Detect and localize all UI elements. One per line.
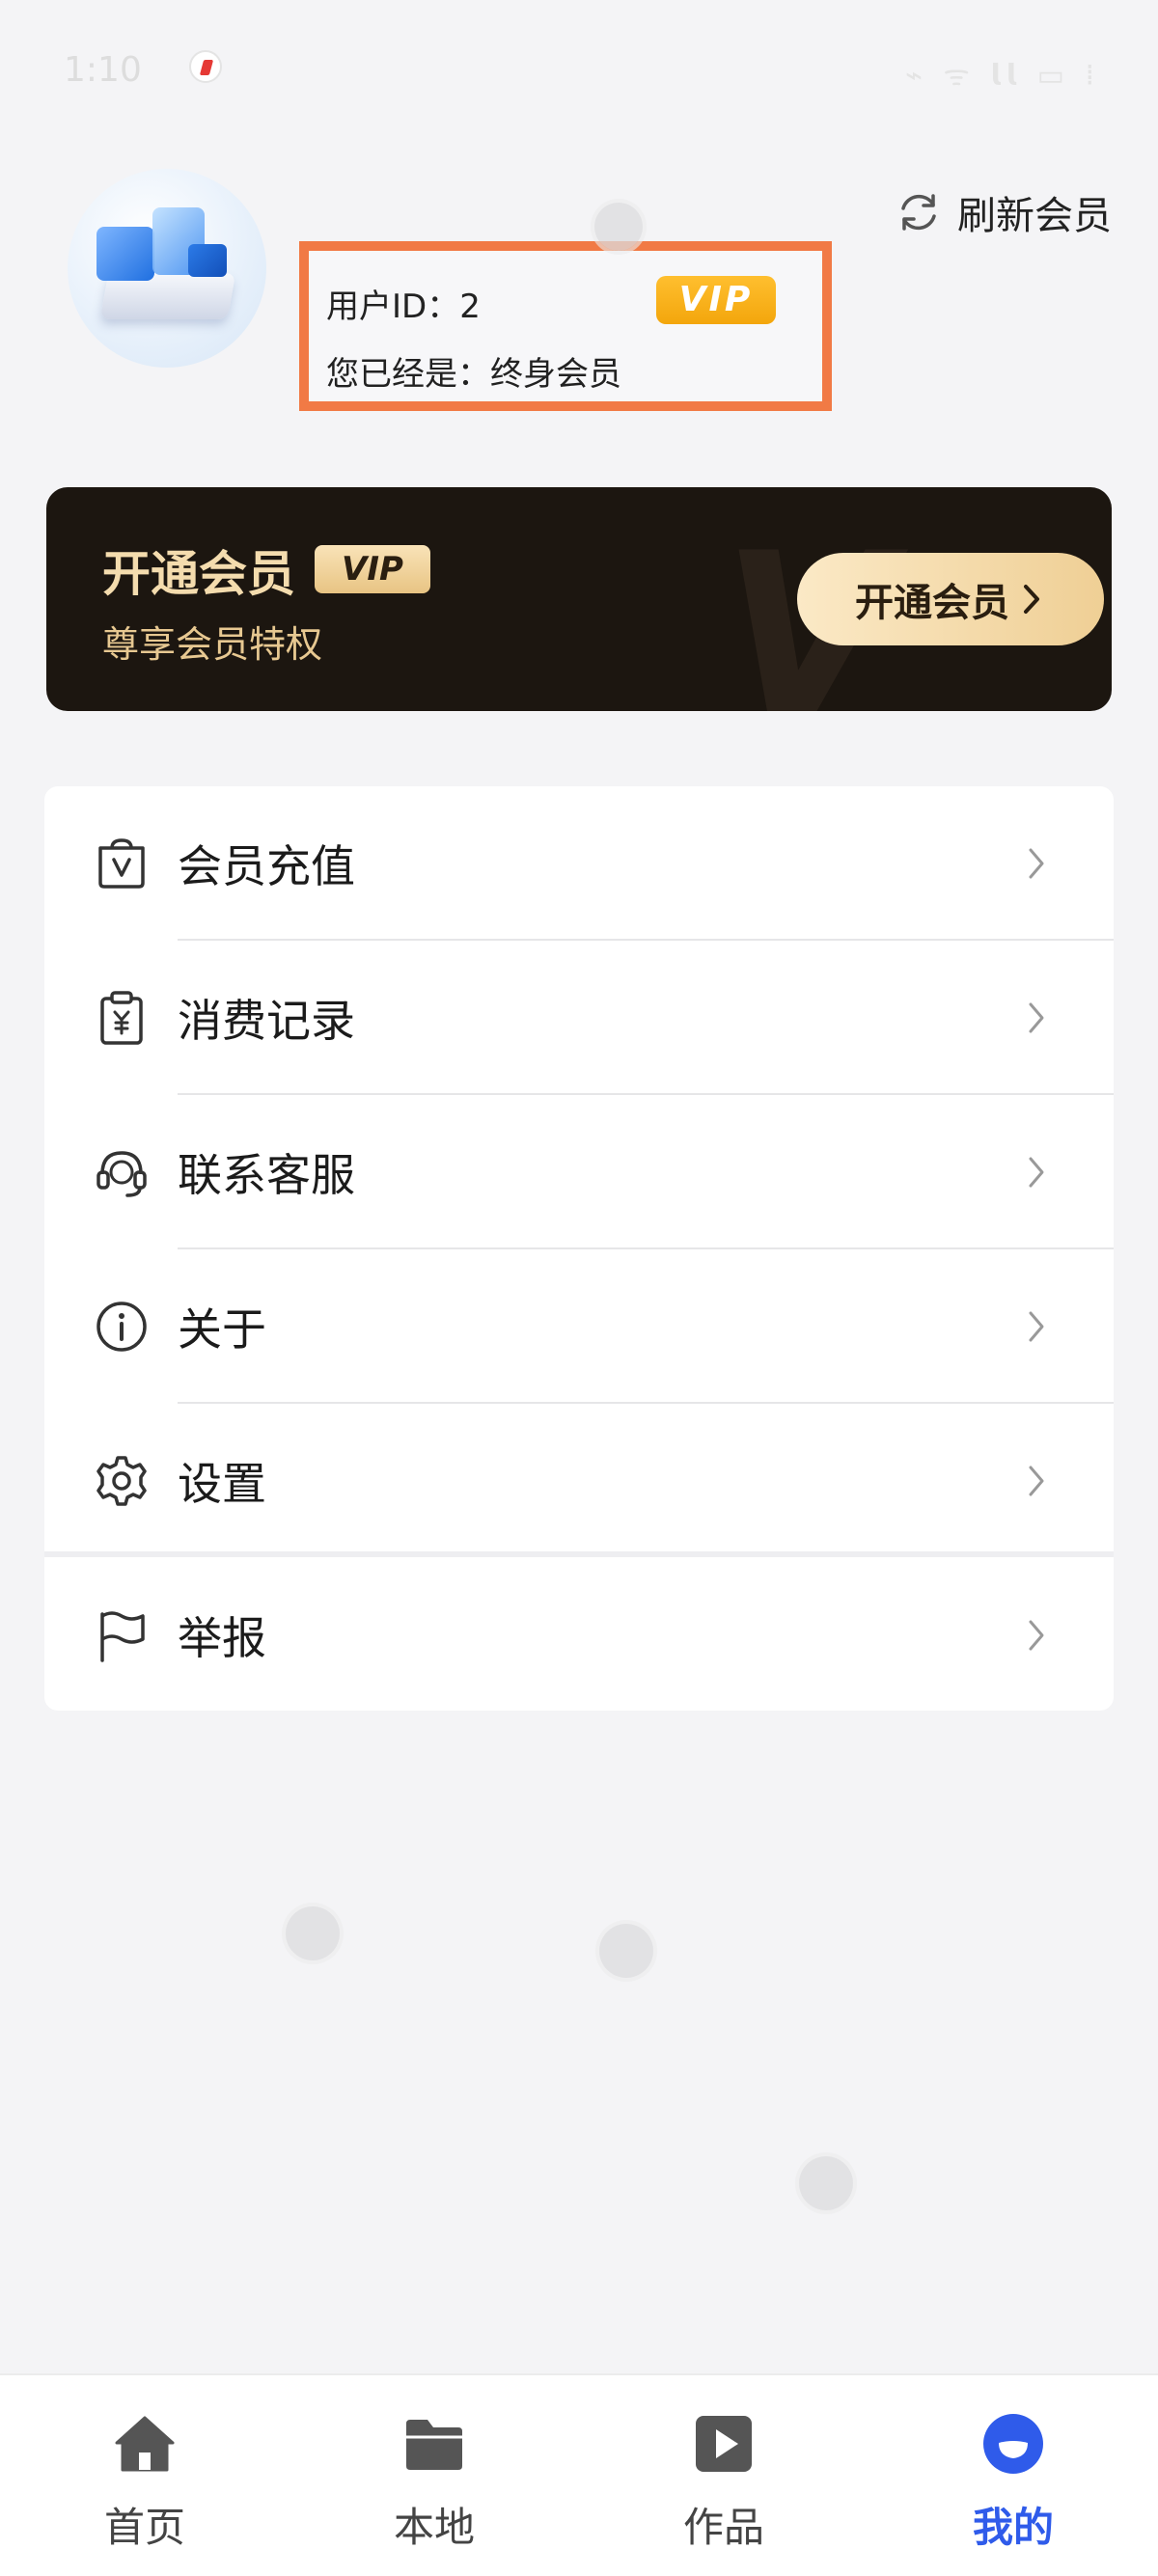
user-info-box: 用户ID：2 VIP 您已经是：终身会员 <box>299 241 832 411</box>
flag-icon <box>93 1606 151 1664</box>
refresh-icon <box>901 194 936 231</box>
home-icon <box>111 2410 179 2478</box>
refresh-label: 刷新会员 <box>957 194 1112 238</box>
avatar-block-shape <box>188 244 227 277</box>
chevron-right-icon <box>1029 1002 1044 1033</box>
chevron-right-icon <box>1029 1157 1044 1188</box>
system-status-icons: ⌁ ᯤ 𝗹𝗹 ▭ ⁞ <box>904 59 1100 93</box>
touch-indicator <box>799 2156 853 2210</box>
menu-item-vip-recharge[interactable]: 会员充值 <box>44 786 1114 941</box>
vip-tag: VIP <box>315 545 430 593</box>
menu-item-contact-support[interactable]: 联系客服 <box>44 1095 1114 1249</box>
menu-item-settings[interactable]: 设置 <box>44 1404 1114 1558</box>
redacted-user-id <box>480 293 616 323</box>
chevron-right-icon <box>1029 1620 1044 1651</box>
bottom-nav: 首页 本地 作品 我的 <box>0 2373 1158 2576</box>
folder-icon <box>400 2410 468 2478</box>
profile-icon <box>979 2410 1047 2478</box>
menu-item-label: 举报 <box>178 1612 266 1664</box>
nav-item-works[interactable]: 作品 <box>579 2375 868 2576</box>
menu-item-report[interactable]: 举报 <box>44 1558 1114 1713</box>
touch-indicator <box>594 203 643 251</box>
chevron-right-icon <box>1029 1311 1044 1342</box>
menu-item-label: 关于 <box>178 1303 266 1356</box>
vip-badge: VIP <box>656 276 776 324</box>
menu-item-label: 消费记录 <box>178 995 355 1047</box>
nav-label: 作品 <box>682 2504 764 2551</box>
vip-banner-subtitle: 尊享会员特权 <box>102 623 323 666</box>
nav-item-mine[interactable]: 我的 <box>868 2375 1158 2576</box>
chevron-right-icon <box>1029 848 1044 879</box>
profile-page: 1:10 ⌁ ᯤ 𝗹𝗹 ▭ ⁞ 刷新会员 用户ID：2 VIP 您已经是：终身会… <box>0 0 1158 2576</box>
chevron-right-icon <box>1029 1466 1044 1496</box>
nav-label: 本地 <box>393 2504 475 2551</box>
info-icon <box>93 1298 151 1356</box>
nav-label: 首页 <box>103 2504 185 2551</box>
menu-item-label: 联系客服 <box>178 1149 355 1201</box>
status-time: 1:10 <box>64 50 142 90</box>
menu-list: 会员充值 消费记录 联系客服 关于 设置 举报 <box>44 786 1114 1711</box>
nav-label: 我的 <box>972 2504 1054 2551</box>
vip-banner-title: 开通会员 <box>102 546 295 602</box>
section-gap <box>44 1551 1114 1557</box>
menu-item-purchase-history[interactable]: 消费记录 <box>44 941 1114 1095</box>
user-id: 用户ID：2 <box>326 280 616 327</box>
nav-item-home[interactable]: 首页 <box>0 2375 290 2576</box>
gear-icon <box>93 1452 151 1510</box>
touch-indicator <box>286 1906 340 1960</box>
notification-app-icon <box>189 50 222 83</box>
play-icon <box>690 2410 758 2478</box>
member-status-text: 您已经是：终身会员 <box>326 355 621 394</box>
receipt-icon <box>93 989 151 1047</box>
nav-item-local[interactable]: 本地 <box>290 2375 579 2576</box>
open-membership-button[interactable]: 开通会员 <box>797 553 1104 645</box>
avatar[interactable] <box>68 169 266 368</box>
status-bar: 1:10 ⌁ ᯤ 𝗹𝗹 ▭ ⁞ <box>0 0 1158 135</box>
refresh-membership-button[interactable]: 刷新会员 <box>894 183 1112 241</box>
chevron-right-icon <box>1024 585 1039 614</box>
menu-item-about[interactable]: 关于 <box>44 1249 1114 1404</box>
menu-item-label: 会员充值 <box>178 840 355 892</box>
vip-banner[interactable]: V 开通会员 VIP 尊享会员特权 开通会员 <box>46 487 1112 711</box>
avatar-block-shape <box>96 227 154 281</box>
touch-indicator <box>599 1924 653 1978</box>
user-id-label: 用户ID：2 <box>326 288 481 326</box>
vip-bag-icon <box>93 835 151 892</box>
menu-item-label: 设置 <box>178 1458 266 1510</box>
open-membership-label: 开通会员 <box>855 581 1009 625</box>
headset-icon <box>93 1143 151 1201</box>
